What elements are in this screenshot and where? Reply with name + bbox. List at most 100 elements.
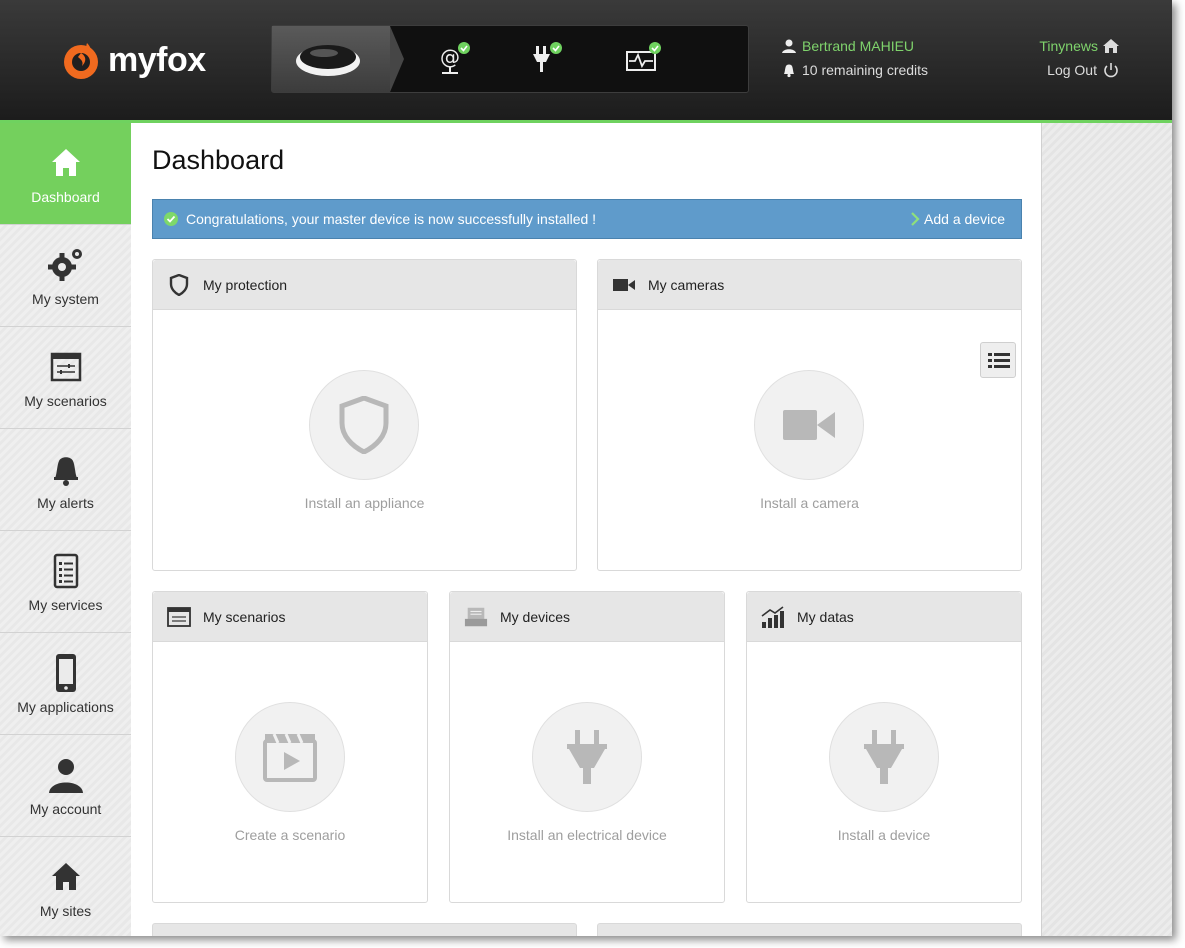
cameras-card: My cameras Install a camera (597, 259, 1022, 571)
sidebar-item-my-alerts[interactable]: My alerts (0, 429, 131, 531)
devices-card: My devices Install an electrical device (449, 591, 725, 903)
card-caption[interactable]: Install a device (747, 827, 1021, 843)
credits-text: 10 remaining credits (802, 62, 929, 78)
scenarios-card: My scenarios Create a scenario (152, 591, 428, 903)
signal-status-icon[interactable] (624, 42, 661, 78)
success-banner: Congratulations, your master device is n… (152, 199, 1022, 239)
card-header: My devices (450, 592, 724, 642)
camera-list-button[interactable] (980, 342, 1016, 378)
datas-card: My datas Install a device (746, 591, 1022, 903)
user-name: Bertrand MAHIEU (802, 38, 915, 54)
sidebar-item-label: My sites (39, 903, 92, 919)
home-icon (51, 149, 80, 176)
banner-message: Congratulations, your master device is n… (186, 211, 597, 227)
protection-card: My protection Install an appliance (152, 259, 577, 571)
card-title: My scenarios (203, 608, 286, 625)
card-title: My datas (797, 608, 854, 625)
sidebar-item-label: Dashboard (31, 189, 100, 205)
video-camera-icon (612, 274, 636, 296)
home-icon (51, 863, 80, 890)
sidebar-item-label: My scenarios (24, 393, 107, 409)
user-name-row[interactable]: Bertrand MAHIEU (781, 36, 928, 56)
card-caption[interactable]: Install an appliance (153, 495, 576, 511)
card-header: My scenarios (153, 592, 427, 642)
sidebar-item-label: My system (32, 291, 99, 307)
svg-text:@: @ (440, 45, 460, 69)
install-electrical-device-button[interactable] (532, 702, 642, 812)
device-tab-arrow (390, 26, 404, 92)
card-header: My protection (153, 260, 576, 310)
card-title: My devices (500, 608, 571, 625)
devices-icon (464, 606, 488, 628)
add-device-link[interactable]: Add a device (910, 211, 1005, 227)
main-content: Dashboard Congratulations, your master d… (131, 123, 1041, 936)
sidebar-item-my-account[interactable]: My account (0, 735, 131, 837)
scenarios-icon (50, 352, 81, 382)
master-device-icon (296, 45, 360, 76)
plug-icon (864, 730, 904, 784)
chevron-right-icon (911, 212, 920, 226)
sidebar-item-my-services[interactable]: My services (0, 531, 131, 633)
card-caption[interactable]: Install a camera (598, 495, 1021, 511)
card-caption[interactable]: Create a scenario (153, 827, 427, 843)
master-device-tab[interactable] (272, 26, 390, 92)
sidebar: Dashboard My system My scenarios My aler… (0, 123, 141, 936)
device-status-strip: @ (271, 25, 749, 93)
bar-chart-icon (761, 605, 785, 628)
list-icon (988, 353, 1010, 368)
app-window: myfox @ Bertrand MAHIEU 10 remaining cre… (0, 0, 1172, 936)
bell-icon (784, 64, 794, 78)
clipboard-icon (53, 553, 78, 589)
home-icon (1103, 39, 1119, 53)
myfox-logo[interactable]: myfox (60, 38, 206, 82)
card-title: My cameras (648, 276, 725, 293)
sidebar-item-label: My applications (17, 699, 114, 715)
sidebar-item-label: My services (28, 597, 103, 613)
logo-text: myfox (108, 40, 206, 79)
bell-icon (53, 457, 78, 486)
card-header: My cameras (598, 260, 1021, 310)
user-info: Bertrand MAHIEU 10 remaining credits (781, 36, 928, 84)
sidebar-item-my-system[interactable]: My system (0, 225, 131, 327)
logout-link[interactable]: Log Out (1039, 60, 1120, 80)
check-icon (164, 212, 178, 226)
add-device-label: Add a device (924, 211, 1005, 227)
create-scenario-button[interactable] (235, 702, 345, 812)
shield-icon (339, 396, 389, 454)
sidebar-item-label: My alerts (37, 495, 94, 511)
sidebar-item-my-scenarios[interactable]: My scenarios (0, 327, 131, 429)
clapperboard-icon (263, 733, 317, 782)
site-controls: Tinynews Log Out (1039, 36, 1120, 84)
card-title: My protection (203, 276, 288, 293)
plug-icon (567, 730, 607, 784)
site-name: Tinynews (1039, 38, 1098, 54)
right-gutter (1041, 123, 1172, 936)
myfox-flame-icon (60, 39, 102, 81)
user-icon (48, 759, 83, 793)
internet-status-icon[interactable]: @ (436, 42, 472, 78)
install-appliance-button[interactable] (309, 370, 419, 480)
logout-label: Log Out (1047, 62, 1097, 78)
site-link[interactable]: Tinynews (1039, 36, 1120, 56)
card-caption[interactable]: Install an electrical device (450, 827, 724, 843)
gears-icon (47, 249, 82, 281)
card-stub-left (152, 923, 577, 936)
sidebar-item-my-applications[interactable]: My applications (0, 633, 131, 735)
top-header: myfox @ Bertrand MAHIEU 10 remaining cre… (0, 0, 1172, 120)
video-camera-icon (783, 410, 835, 440)
power-icon (1104, 63, 1118, 78)
sidebar-item-my-sites[interactable]: My sites (0, 837, 131, 936)
shield-icon (167, 273, 191, 296)
user-icon (782, 39, 796, 53)
scenarios-icon (167, 606, 191, 628)
card-header: My datas (747, 592, 1021, 642)
credits-row[interactable]: 10 remaining credits (781, 60, 928, 80)
install-camera-button[interactable] (754, 370, 864, 480)
sidebar-item-label: My account (29, 801, 102, 817)
install-device-button[interactable] (829, 702, 939, 812)
card-stub-right (597, 923, 1022, 936)
sidebar-item-dashboard[interactable]: Dashboard (0, 123, 141, 225)
smartphone-icon (55, 654, 76, 692)
page-title: Dashboard (152, 145, 285, 175)
power-status-icon[interactable] (528, 42, 564, 78)
